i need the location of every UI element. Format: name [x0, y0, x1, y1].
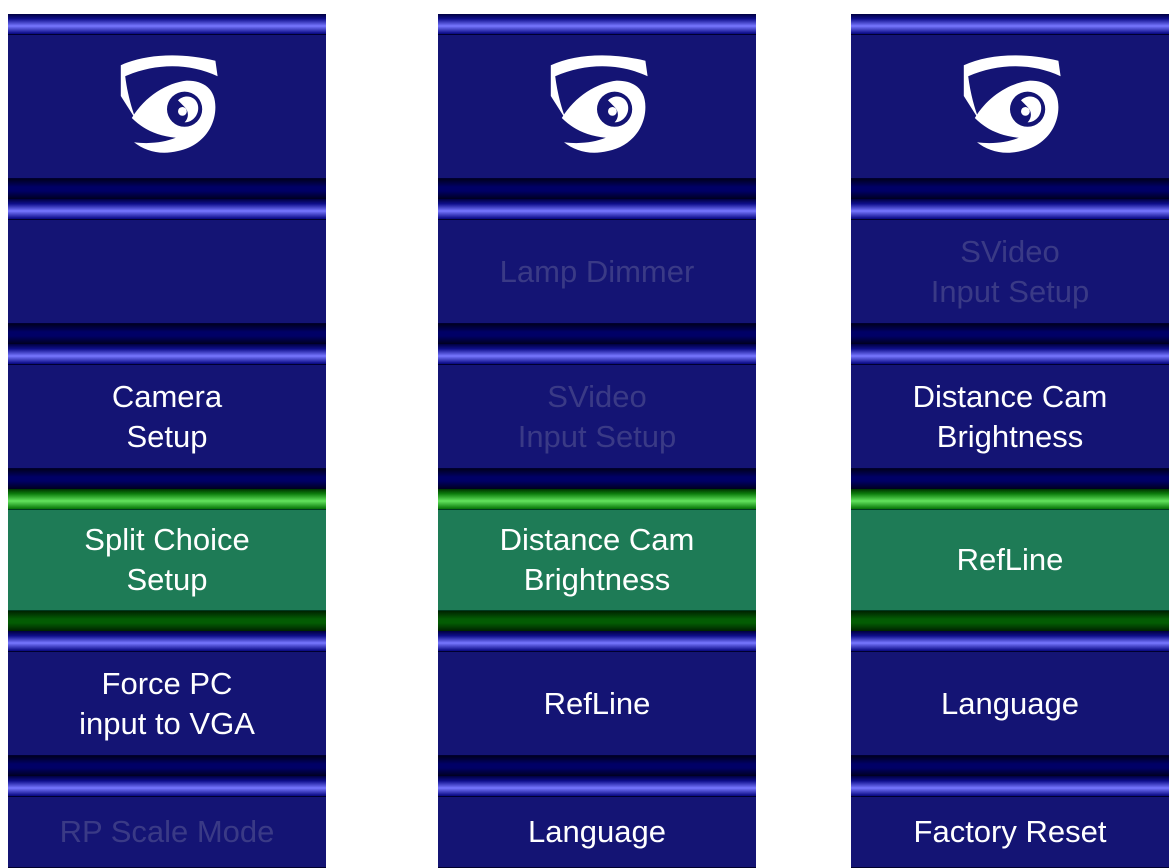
- menu-item-label: Language: [528, 814, 666, 849]
- separator: [438, 324, 756, 344]
- menu-item-label: Distance Cam Brightness: [912, 378, 1108, 454]
- separator: [8, 756, 326, 776]
- logo-tile: [8, 34, 326, 179]
- menu-item-label: Force PC input to VGA: [79, 665, 255, 741]
- menu-item-label: SVideo Input Setup: [930, 233, 1090, 309]
- eye-logo-icon: [542, 52, 652, 162]
- menu-item-3-selected[interactable]: Split Choice Setup: [8, 509, 326, 611]
- menu-panel-left: Camera Setup Split Choice Setup Force PC…: [8, 14, 326, 868]
- separator: [851, 469, 1169, 489]
- menu-item-label: RefLine: [543, 685, 651, 721]
- menu-item-4[interactable]: RefLine: [438, 651, 756, 756]
- selected-separator: [438, 611, 756, 631]
- menu-item-5[interactable]: Language: [438, 796, 756, 868]
- eye-logo-icon: [112, 52, 222, 162]
- separator: [438, 469, 756, 489]
- menu-item-2[interactable]: SVideo Input Setup: [438, 364, 756, 469]
- menu-item-4[interactable]: Language: [851, 651, 1169, 756]
- menu-item-4[interactable]: Force PC input to VGA: [8, 651, 326, 756]
- separator: [438, 179, 756, 199]
- separator: [851, 756, 1169, 776]
- logo-tile: [851, 34, 1169, 179]
- menu-item-label: Distance Cam Brightness: [499, 522, 695, 597]
- eye-logo-icon: [955, 52, 1065, 162]
- menu-item-label: Split Choice Setup: [84, 522, 250, 597]
- separator: [8, 324, 326, 344]
- menu-panel-right: SVideo Input Setup Distance Cam Brightne…: [851, 14, 1169, 868]
- separator: [851, 179, 1169, 199]
- logo-tile: [438, 34, 756, 179]
- menu-item-3-selected[interactable]: Distance Cam Brightness: [438, 509, 756, 611]
- menu-panel-middle: Lamp Dimmer SVideo Input Setup Distance …: [438, 14, 756, 868]
- menu-item-2[interactable]: Camera Setup: [8, 364, 326, 469]
- separator: [438, 756, 756, 776]
- menu-item-label: Lamp Dimmer: [499, 253, 695, 289]
- menu-item-label: RefLine: [956, 542, 1064, 577]
- menu-item-label: Language: [941, 685, 1079, 721]
- menu-item-2[interactable]: Distance Cam Brightness: [851, 364, 1169, 469]
- separator: [8, 469, 326, 489]
- menu-item-5[interactable]: RP Scale Mode: [8, 796, 326, 868]
- selected-separator: [8, 611, 326, 631]
- separator: [851, 324, 1169, 344]
- menu-item-1[interactable]: Lamp Dimmer: [438, 219, 756, 324]
- separator: [8, 179, 326, 199]
- menu-item-1[interactable]: [8, 219, 326, 324]
- menu-item-label: Factory Reset: [913, 814, 1107, 849]
- selected-separator: [851, 611, 1169, 631]
- menu-item-label: RP Scale Mode: [59, 814, 275, 849]
- menu-item-label: SVideo Input Setup: [517, 378, 677, 454]
- menu-item-3-selected[interactable]: RefLine: [851, 509, 1169, 611]
- menu-item-1[interactable]: SVideo Input Setup: [851, 219, 1169, 324]
- menu-item-5[interactable]: Factory Reset: [851, 796, 1169, 868]
- menu-item-label: Camera Setup: [111, 378, 223, 454]
